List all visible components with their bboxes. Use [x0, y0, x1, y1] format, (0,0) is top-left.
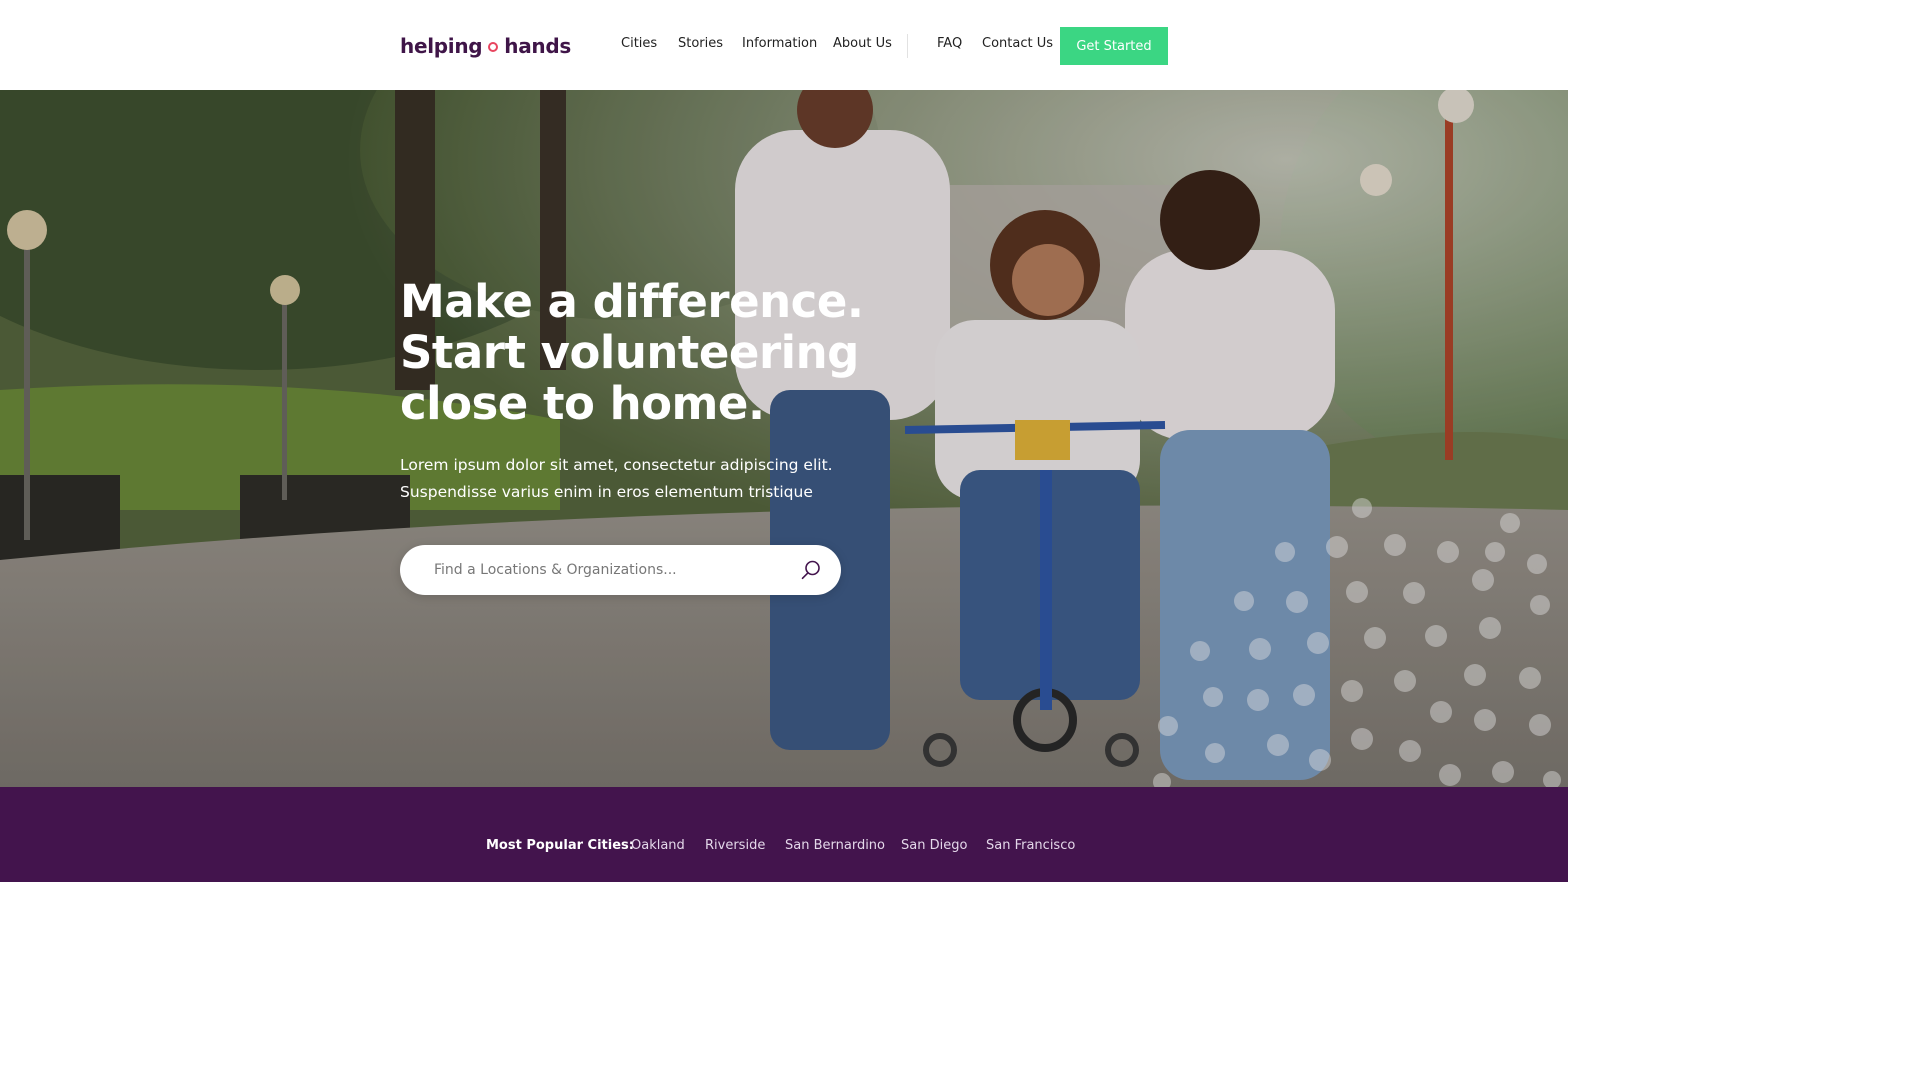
popular-cities-bar: Most Popular Cities: Oakland Riverside S… [0, 787, 1568, 882]
nav-information[interactable]: Information [742, 36, 817, 51]
city-link-riverside[interactable]: Riverside [705, 838, 765, 853]
hero-subtitle-line: Lorem ipsum dolor sit amet, consectetur … [400, 456, 833, 474]
nav-stories[interactable]: Stories [678, 36, 723, 51]
search-bar [400, 545, 841, 595]
hero-title-line: close to home. [400, 377, 765, 430]
city-link-oakland[interactable]: Oakland [631, 838, 685, 853]
city-link-san-bernardino[interactable]: San Bernardino [785, 838, 885, 853]
search-icon [801, 560, 820, 580]
logo-text-helping: helping [400, 34, 483, 58]
popular-cities-label: Most Popular Cities: [486, 838, 634, 853]
hero-photo [0, 90, 1568, 787]
hero-title-line: Start volunteering [400, 326, 859, 379]
nav-cities[interactable]: Cities [621, 36, 657, 51]
search-input[interactable] [432, 545, 772, 595]
city-link-san-diego[interactable]: San Diego [901, 838, 967, 853]
logo-text-hands: hands [504, 34, 571, 58]
city-link-san-francisco[interactable]: San Francisco [986, 838, 1075, 853]
nav-faq[interactable]: FAQ [937, 36, 962, 51]
nav-about-us[interactable]: About Us [833, 36, 892, 51]
hero-title-line: Make a difference. [400, 275, 864, 328]
nav-divider [907, 34, 908, 58]
nav-contact-us[interactable]: Contact Us [982, 36, 1053, 51]
hero-subtitle: Lorem ipsum dolor sit amet, consectetur … [400, 452, 920, 506]
get-started-button[interactable]: Get Started [1060, 27, 1168, 65]
hero-section: Make a difference. Start volunteering cl… [0, 90, 1568, 787]
circle-dot-icon [488, 42, 499, 52]
hero-title: Make a difference. Start volunteering cl… [400, 276, 920, 429]
site-header: helping hands Cities Stories Information… [0, 0, 1568, 90]
logo[interactable]: helping hands [400, 30, 571, 62]
search-button[interactable] [799, 558, 823, 582]
hero-subtitle-line: Suspendisse varius enim in eros elementu… [400, 483, 813, 501]
